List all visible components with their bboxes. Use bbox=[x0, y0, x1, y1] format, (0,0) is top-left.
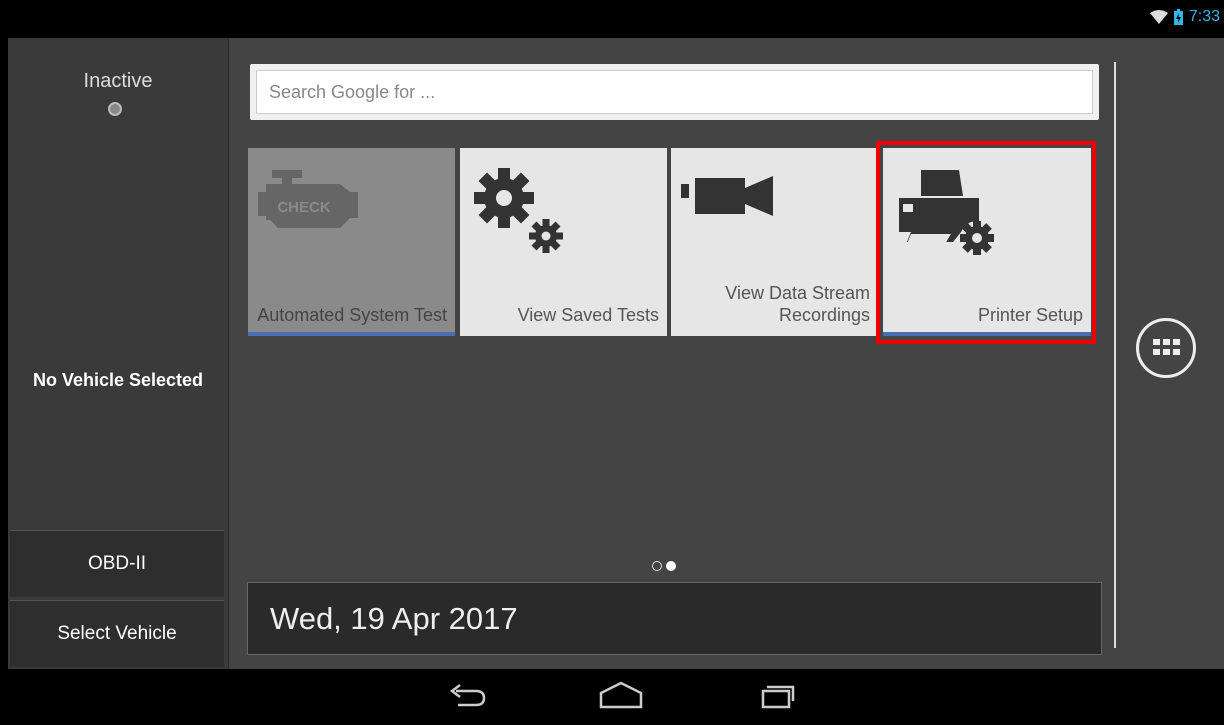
check-engine-icon: CHECK bbox=[258, 170, 358, 228]
tile-view-saved-tests[interactable]: View Saved Tests bbox=[460, 148, 667, 336]
date-widget: Wed, 19 Apr 2017 bbox=[247, 582, 1102, 655]
highlight-box bbox=[876, 141, 1096, 344]
battery-icon bbox=[1173, 9, 1183, 25]
tile-view-data-stream-recordings[interactable]: View Data Stream Recordings bbox=[671, 148, 878, 336]
gears-icon bbox=[474, 168, 563, 253]
tile-label: View Data Stream Recordings bbox=[725, 283, 870, 325]
apps-grid-icon bbox=[1153, 339, 1180, 355]
svg-text:CHECK: CHECK bbox=[277, 199, 331, 216]
search-input[interactable]: Search Google for ... bbox=[256, 70, 1093, 114]
all-apps-button[interactable] bbox=[1136, 318, 1196, 378]
home-icon[interactable] bbox=[597, 679, 645, 713]
tile-automated-system-test[interactable]: CHECK Automated System Test bbox=[248, 148, 455, 336]
page-indicator bbox=[652, 561, 676, 571]
connection-status-label: Inactive bbox=[83, 70, 153, 92]
video-camera-icon bbox=[681, 176, 773, 216]
main-panel: Search Google for ... CHECK Automated Sy… bbox=[228, 38, 1114, 669]
page-dot-active[interactable] bbox=[666, 561, 676, 571]
wifi-icon bbox=[1149, 10, 1168, 24]
status-bar: 7:33 bbox=[0, 0, 1224, 38]
navigation-bar bbox=[0, 669, 1224, 725]
recent-apps-icon[interactable] bbox=[755, 679, 799, 713]
search-box[interactable]: Search Google for ... bbox=[250, 64, 1099, 120]
sidebar: Inactive No Vehicle Selected OBD-II Sele… bbox=[8, 38, 229, 669]
connection-status-icon bbox=[108, 102, 122, 116]
back-icon[interactable] bbox=[446, 679, 488, 713]
divider bbox=[1114, 62, 1116, 648]
clock: 7:33 bbox=[1188, 8, 1220, 25]
tile-label: Automated System Test bbox=[257, 305, 447, 325]
vehicle-status-label: No Vehicle Selected bbox=[32, 370, 204, 390]
page-dot[interactable] bbox=[652, 561, 662, 571]
tile-label: View Saved Tests bbox=[517, 305, 659, 325]
select-vehicle-button[interactable]: Select Vehicle bbox=[10, 600, 224, 667]
obd-ii-button[interactable]: OBD-II bbox=[10, 530, 224, 597]
